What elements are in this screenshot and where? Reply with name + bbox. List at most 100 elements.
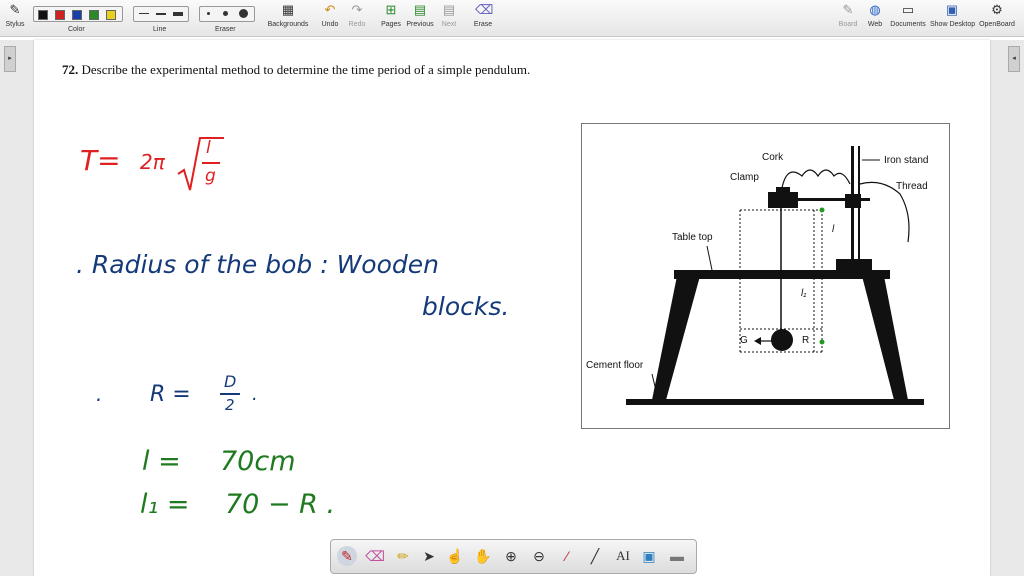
- line-thick-button[interactable]: [173, 12, 183, 16]
- capture-tool-button[interactable]: ▣: [639, 546, 659, 566]
- eraser-icon: ⌫: [365, 548, 385, 564]
- highlighter-icon: ✏: [397, 548, 409, 564]
- selector-tool-button[interactable]: ➤: [419, 546, 439, 566]
- eraser-small-button[interactable]: [207, 12, 210, 15]
- question-number: 72.: [62, 62, 79, 77]
- eraser-medium-button[interactable]: [223, 11, 228, 16]
- color-blue-swatch[interactable]: [72, 10, 82, 20]
- globe-icon: ◍: [869, 2, 881, 17]
- board-icon: ✎: [842, 2, 854, 17]
- r-equation: R =: [150, 382, 191, 407]
- add-page-icon: ⊞: [385, 2, 397, 17]
- line-label: Line: [153, 26, 167, 33]
- pen-tool-button[interactable]: ✎: [337, 546, 357, 566]
- backgrounds-tool[interactable]: ▦ Backgrounds: [266, 2, 310, 28]
- undo-button[interactable]: ↶ Undo: [318, 2, 342, 28]
- eraser-large-button[interactable]: [239, 9, 248, 18]
- highlighter-tool-button[interactable]: ✏: [393, 546, 413, 566]
- r-label: R: [802, 335, 810, 346]
- show-desktop-button[interactable]: ▣ Show Desktop: [930, 2, 975, 28]
- desktop-icon: ▣: [945, 2, 959, 17]
- l1-value: 70 − R .: [225, 489, 336, 520]
- d-denominator: 2: [225, 396, 235, 414]
- bottom-toolbar: ✎ ⌫ ✏ ➤ ☝ ✋ ⊕ ⊖ ⁄ ╱ AI ▣ ▬: [330, 539, 697, 574]
- pendulum-drawing: [626, 146, 924, 405]
- undo-icon: ↶: [324, 2, 336, 17]
- screen-capture-icon: ▣: [642, 548, 656, 564]
- previous-button[interactable]: ▤ Previous: [406, 2, 434, 28]
- color-green-swatch[interactable]: [89, 10, 99, 20]
- question: 72. Describe the experimental method to …: [62, 62, 530, 78]
- web-button[interactable]: ◍ Web: [864, 2, 886, 28]
- pen-icon: ✎: [341, 548, 353, 564]
- length-l-label: l: [832, 224, 835, 235]
- backgrounds-icon: ▦: [281, 2, 295, 17]
- erase-icon: ⌫: [475, 2, 494, 17]
- r-dot: .: [252, 384, 258, 405]
- right-panel: ◂: [990, 40, 1024, 576]
- zoom-out-button[interactable]: ⊖: [529, 546, 549, 566]
- color-red-swatch[interactable]: [55, 10, 65, 20]
- question-text: Describe the experimental method to dete…: [81, 62, 531, 77]
- bullet-dot: .: [96, 382, 103, 406]
- pendulum-diagram: Cork Iron stand Clamp Thread Table top l…: [581, 123, 950, 429]
- text-icon: AI: [616, 548, 630, 563]
- left-panel: ▸: [0, 40, 34, 576]
- keyboard-button[interactable]: ▬: [667, 546, 687, 566]
- length-l1-label: l₁: [801, 288, 807, 299]
- l-equation: l =: [142, 446, 181, 477]
- eraser-label: Eraser: [215, 26, 236, 33]
- laser-pointer-button[interactable]: ⁄: [557, 546, 577, 566]
- laser-pointer-icon: ⁄: [565, 548, 569, 564]
- line-medium-button[interactable]: [156, 13, 166, 15]
- line-palette: [133, 6, 189, 22]
- color-label: Color: [68, 26, 85, 33]
- pointing-hand-icon: ☝: [446, 548, 464, 564]
- color-yellow-swatch[interactable]: [106, 10, 116, 20]
- blocks-note: blocks.: [422, 292, 510, 321]
- erase-button[interactable]: ⌫ Erase: [470, 2, 496, 28]
- hand-tool-button[interactable]: ✋: [473, 546, 493, 566]
- line-tool-button[interactable]: ╱: [585, 546, 605, 566]
- pointer-arrow-icon: ➤: [423, 548, 435, 564]
- clamp-label: Clamp: [730, 172, 759, 183]
- g-label: G: [740, 335, 748, 346]
- eraser-palette: [199, 6, 255, 22]
- board-button[interactable]: ✎ Board: [836, 2, 860, 28]
- eraser-tool-button[interactable]: ⌫: [365, 546, 385, 566]
- fraction-bar: [220, 393, 240, 395]
- iron-stand-label: Iron stand: [884, 155, 929, 166]
- formula-two-pi: 2π: [140, 150, 165, 174]
- zoom-out-icon: ⊖: [533, 548, 545, 564]
- text-tool-button[interactable]: AI: [613, 546, 633, 566]
- formula-lhs: T=: [80, 144, 121, 177]
- zoom-in-button[interactable]: ⊕: [501, 546, 521, 566]
- radius-note: . Radius of the bob : Wooden: [76, 250, 439, 279]
- next-page-icon: ▤: [442, 2, 456, 17]
- hand-icon: ✋: [474, 548, 492, 564]
- openboard-button[interactable]: ⚙ OpenBoard: [978, 2, 1016, 28]
- keyboard-icon: ▬: [670, 548, 684, 564]
- formula-numerator: l: [206, 138, 211, 158]
- redo-button[interactable]: ↷ Redo: [345, 2, 369, 28]
- pages-button[interactable]: ⊞ Pages: [378, 2, 404, 28]
- stylus-icon: ✎: [9, 2, 21, 17]
- documents-button[interactable]: ▭ Documents: [889, 2, 927, 28]
- top-toolbar: ✎ Stylus Color Line Eraser ▦ Backgrounds…: [0, 0, 1024, 37]
- line-thin-button[interactable]: [139, 13, 149, 14]
- d-numerator: D: [224, 372, 237, 391]
- color-black-swatch[interactable]: [38, 10, 48, 20]
- line-icon: ╱: [590, 548, 600, 564]
- thread-label: Thread: [896, 181, 928, 192]
- cork-label: Cork: [762, 152, 784, 163]
- table-top-label: Table top: [672, 232, 713, 243]
- right-panel-toggle[interactable]: ◂: [1008, 46, 1020, 72]
- stylus-tool[interactable]: ✎ Stylus: [4, 2, 26, 28]
- formula-denominator: g: [205, 166, 216, 186]
- folder-icon: ▭: [901, 2, 915, 17]
- zoom-in-icon: ⊕: [505, 548, 517, 564]
- next-button[interactable]: ▤ Next: [438, 2, 460, 28]
- cement-floor-label: Cement floor: [586, 360, 644, 371]
- left-panel-toggle[interactable]: ▸: [4, 46, 16, 72]
- interact-tool-button[interactable]: ☝: [445, 546, 465, 566]
